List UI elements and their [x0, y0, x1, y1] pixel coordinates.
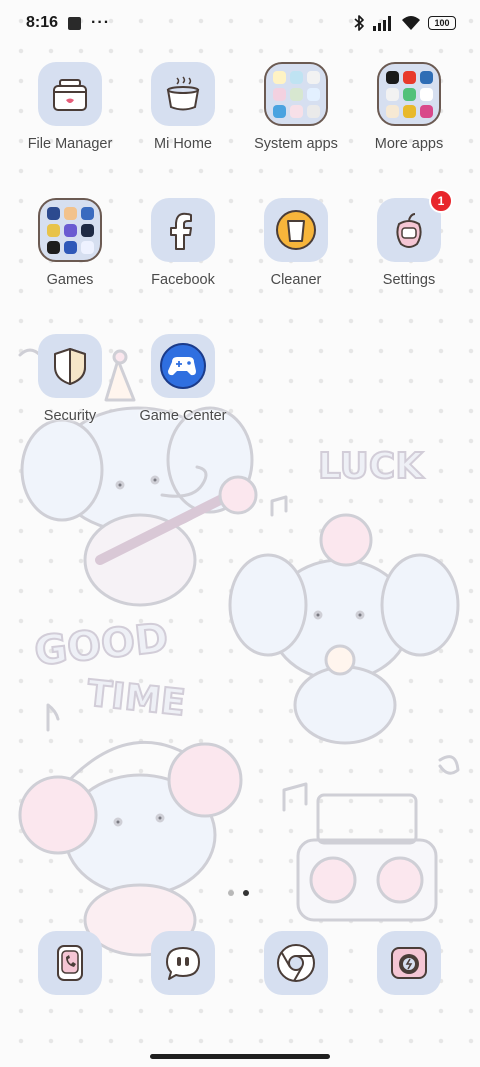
messages-icon — [166, 947, 200, 980]
notification-badge: 1 — [429, 189, 453, 213]
app-label: Games — [46, 272, 94, 288]
camera-icon — [391, 947, 427, 979]
app-facebook[interactable]: Facebook — [128, 198, 238, 288]
app-label: File Manager — [27, 136, 113, 152]
chrome-icon — [277, 944, 315, 982]
page-dot[interactable] — [228, 890, 234, 896]
status-right: 100 — [353, 14, 456, 32]
app-mi-home[interactable]: Mi Home — [128, 62, 238, 152]
wallpaper: LUCK GOOD TIME — [18, 348, 460, 957]
mi-home-icon — [151, 62, 215, 126]
app-file-manager[interactable]: File Manager — [15, 62, 125, 152]
app-label: Cleaner — [270, 272, 322, 288]
page-dot-active[interactable] — [243, 890, 249, 896]
game-center-icon — [151, 334, 215, 398]
wallpaper-time-text: TIME — [85, 673, 187, 724]
app-label: Mi Home — [153, 136, 212, 152]
app-label: More apps — [374, 136, 444, 152]
folder-icon — [377, 62, 441, 126]
status-bar: 8:16 ··· 100 — [0, 0, 480, 46]
battery-icon: 100 — [428, 16, 456, 30]
page-indicator — [228, 890, 249, 896]
folder-icon — [38, 198, 102, 262]
more-notifications-icon: ··· — [91, 14, 111, 31]
cleaner-icon — [264, 198, 328, 262]
dock-chrome[interactable] — [264, 931, 328, 995]
facebook-icon — [151, 198, 215, 262]
dock-messages[interactable] — [151, 931, 215, 995]
app-game-center[interactable]: Game Center — [128, 334, 238, 424]
app-security[interactable]: Security — [15, 334, 125, 424]
dock-camera[interactable] — [377, 931, 441, 995]
folder-more-apps[interactable]: More apps — [354, 62, 464, 152]
dock-phone[interactable] — [38, 931, 102, 995]
app-label: Game Center — [139, 408, 227, 424]
app-settings[interactable]: 1 Settings — [354, 189, 464, 288]
folder-system-apps[interactable]: System apps — [241, 62, 351, 152]
security-icon — [38, 334, 102, 398]
app-label: Security — [43, 408, 97, 424]
app-label: System apps — [254, 136, 338, 152]
app-label: Facebook — [151, 272, 215, 288]
phone-icon — [57, 945, 83, 981]
folder-games[interactable]: Games — [15, 198, 125, 288]
app-label: Settings — [382, 272, 436, 288]
wallpaper-good-text: GOOD — [32, 615, 170, 675]
wallpaper-luck-text: LUCK — [318, 446, 424, 487]
settings-icon: 1 — [377, 189, 453, 262]
signal-icon — [373, 16, 391, 31]
status-left: 8:16 ··· — [26, 14, 110, 32]
status-time: 8:16 — [26, 14, 59, 31]
app-notification-icon — [68, 16, 82, 30]
folder-icon — [264, 62, 328, 126]
wifi-icon — [402, 16, 420, 30]
home-gesture-bar[interactable] — [150, 1054, 330, 1059]
app-cleaner[interactable]: Cleaner — [241, 198, 351, 288]
file-manager-icon — [38, 62, 102, 126]
bluetooth-icon — [354, 15, 364, 31]
